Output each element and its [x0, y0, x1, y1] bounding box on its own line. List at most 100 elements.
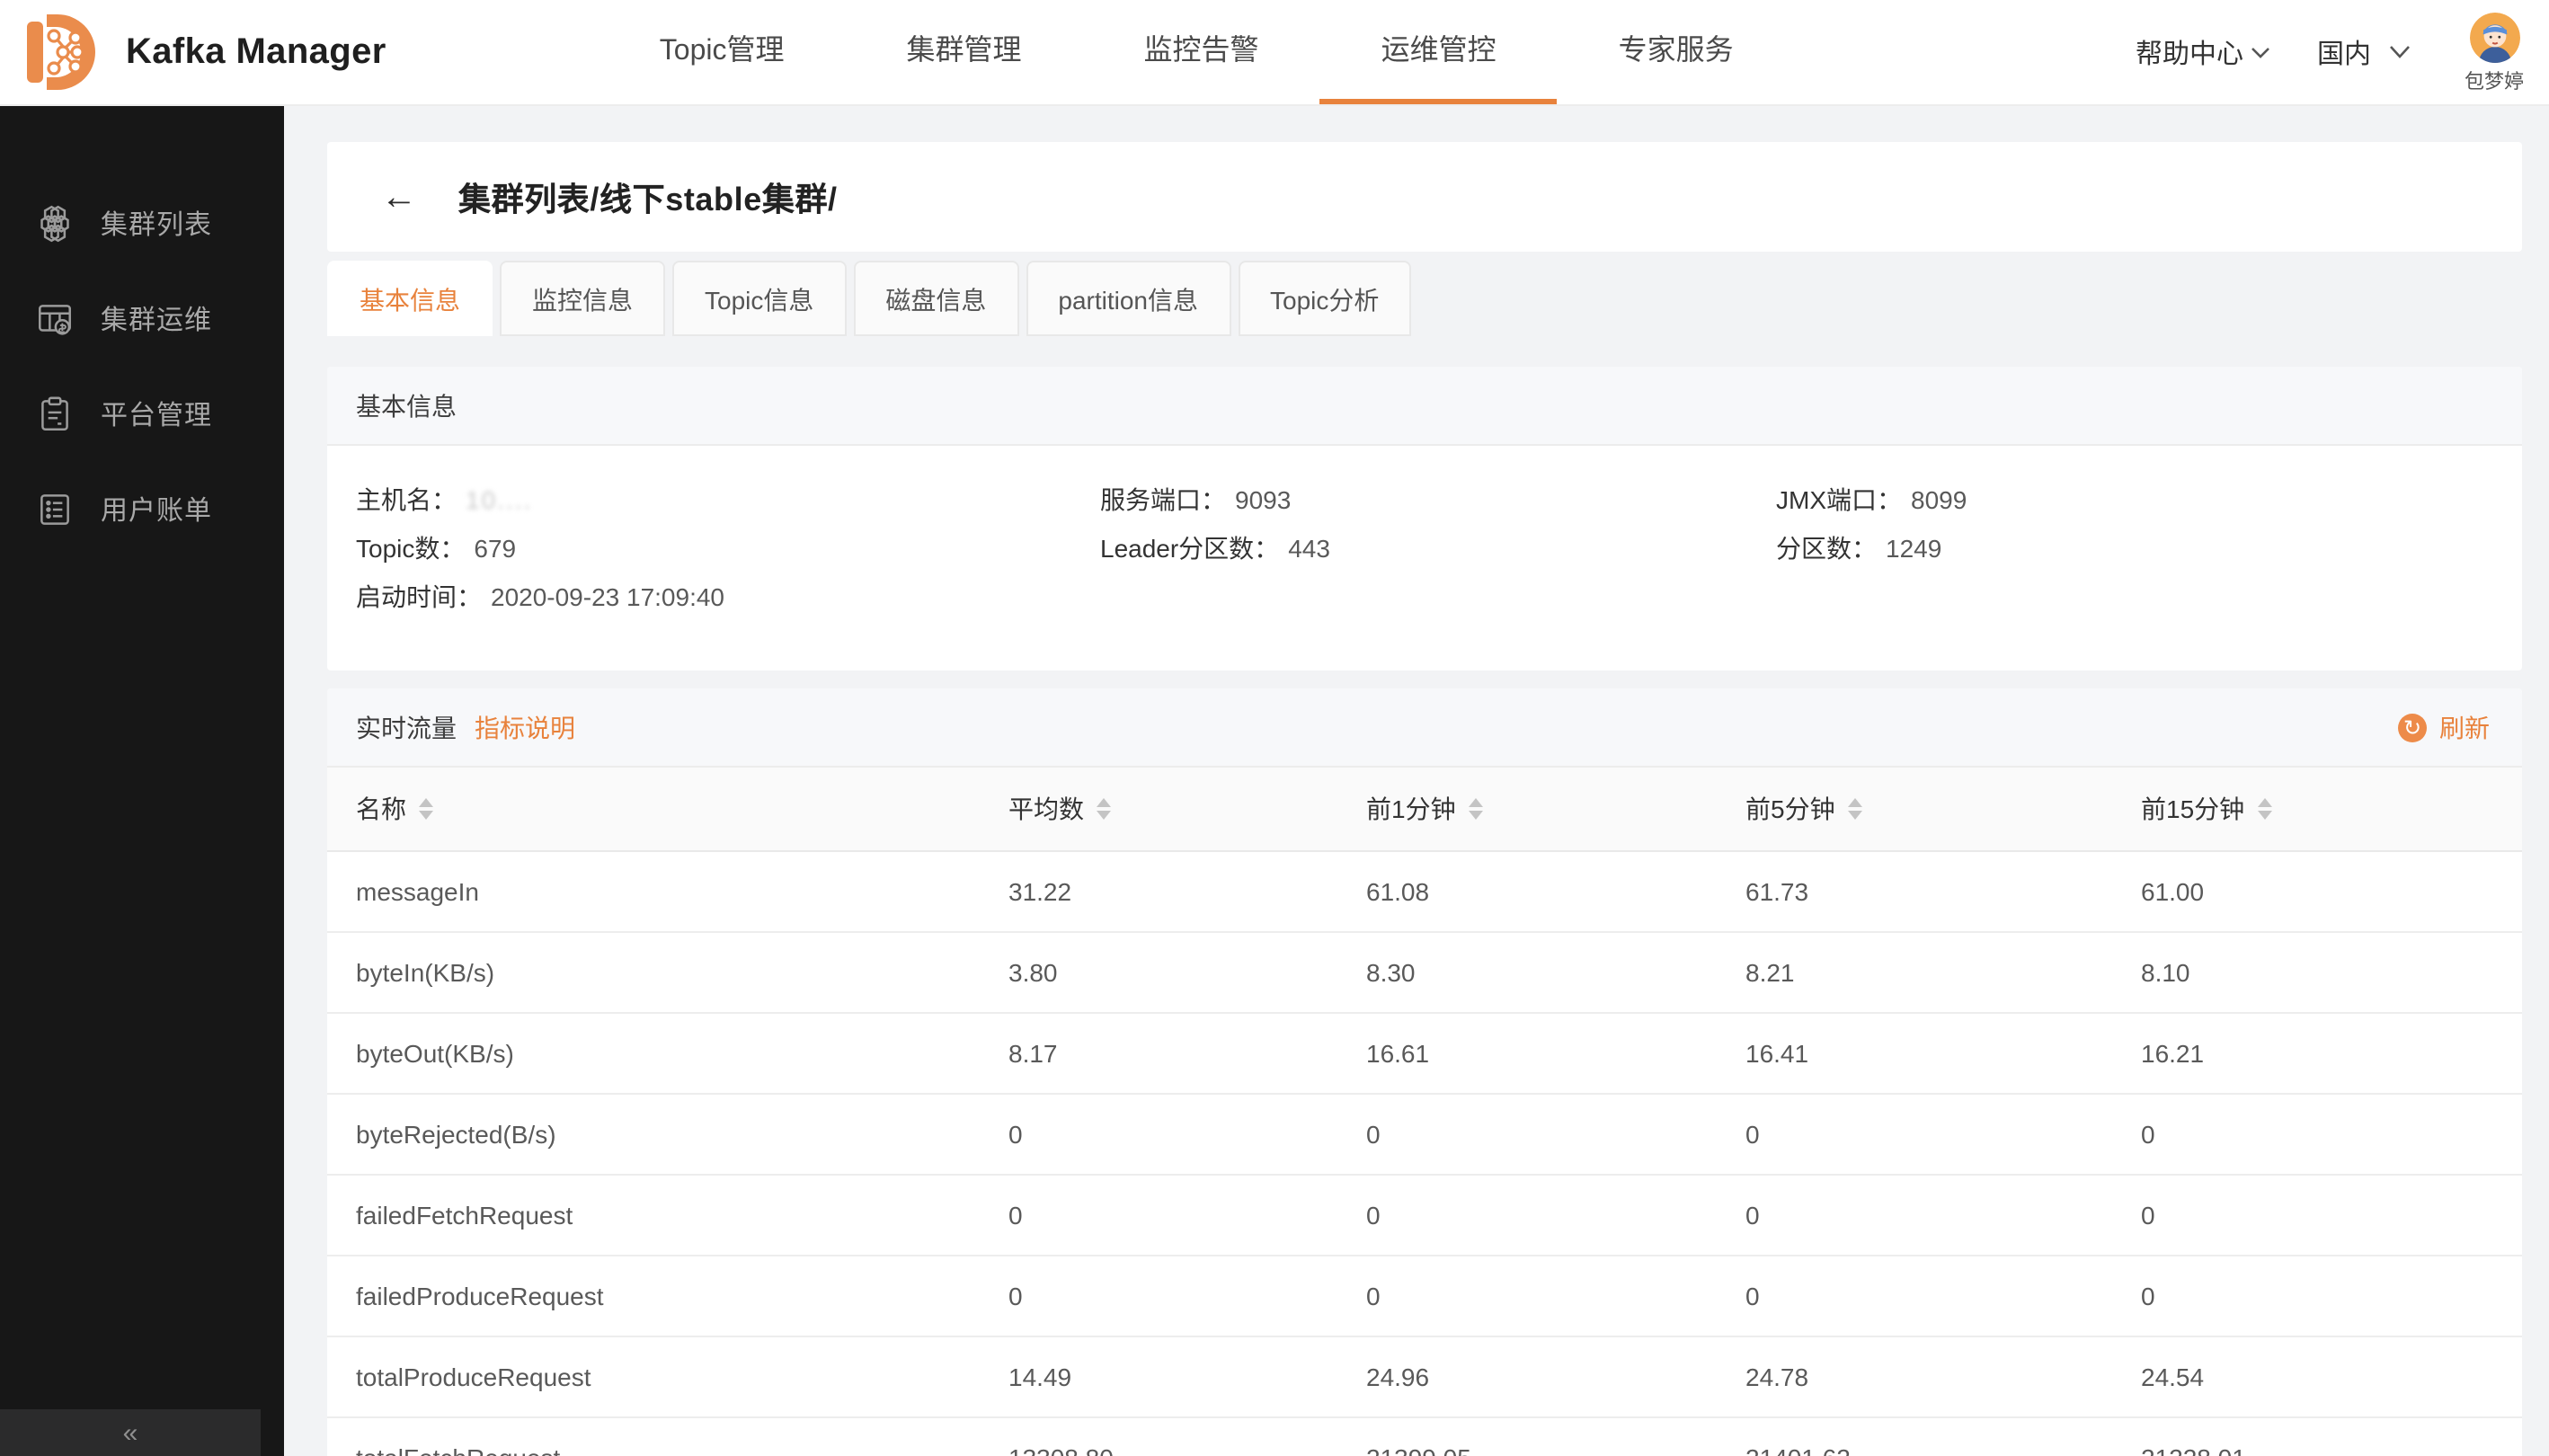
sidebar-item-label: 平台管理 [101, 395, 212, 433]
refresh-button[interactable]: ↻ 刷新 [2398, 709, 2490, 745]
region-label: 国内 [2317, 33, 2371, 71]
back-arrow-icon[interactable]: ← [381, 179, 417, 215]
field-label: 启动时间： [356, 582, 482, 611]
column-header-last-1min[interactable]: 前1分钟 [1337, 768, 1717, 851]
metric-value: 61.00 [2112, 851, 2522, 932]
sidebar-item-label: 集群列表 [101, 205, 212, 243]
field-service-port: 服务端口： 9093 [1100, 476, 1776, 525]
metric-value: 0 [1717, 1256, 2112, 1336]
table-row: totalFetchRequest 13308.80 21399.05 2140… [327, 1417, 2522, 1456]
nav-topic-management[interactable]: Topic管理 [599, 0, 846, 104]
metric-value: 0 [1337, 1094, 1717, 1175]
chevron-down-icon [2251, 46, 2270, 58]
top-nav: Topic管理 集群管理 监控告警 运维管控 专家服务 [599, 0, 1795, 104]
metric-value: 21399.05 [1337, 1417, 1717, 1456]
field-label: Topic数： [356, 534, 465, 563]
field-partition-count: 分区数：1249 [1776, 525, 2493, 573]
sort-icon[interactable] [1848, 798, 1862, 820]
metric-value: 24.78 [1717, 1336, 2112, 1417]
tab-partition-info[interactable]: partition信息 [1026, 261, 1230, 336]
column-header-name[interactable]: 名称 [327, 768, 980, 851]
tab-topic-info[interactable]: Topic信息 [672, 261, 846, 336]
metric-value: 31.22 [980, 851, 1337, 932]
sidebar-item-cluster-list[interactable]: 集群列表 [0, 176, 284, 271]
table-row: totalProduceRequest 14.49 24.96 24.78 24… [327, 1336, 2522, 1417]
metric-value: 0 [980, 1256, 1337, 1336]
table-row: failedProduceRequest 0 0 0 0 [327, 1256, 2522, 1336]
sidebar-item-label: 用户账单 [101, 491, 212, 528]
metric-value: 0 [980, 1175, 1337, 1256]
basic-info-fields: 主机名：10.... 服务端口：9093 JMX端口：8099 Topic数：6… [327, 446, 2522, 670]
column-label: 平均数 [1008, 791, 1084, 827]
field-value: 8099 [1911, 485, 1967, 514]
tab-basic-info[interactable]: 基本信息 [327, 261, 493, 336]
avatar [2469, 13, 2519, 63]
metric-value: 8.30 [1337, 932, 1717, 1013]
column-label: 名称 [356, 791, 406, 827]
table-row: failedFetchRequest 0 0 0 0 [327, 1175, 2522, 1256]
main-content: ← 集群列表/线下stable集群/ 基本信息 监控信息 Topic信息 磁盘信… [284, 104, 2549, 1456]
sidebar-collapse-button[interactable]: « [0, 1409, 261, 1456]
metric-value: 0 [980, 1094, 1337, 1175]
refresh-label: 刷新 [2439, 709, 2490, 745]
traffic-metrics-table: 名称 平均数 前1分钟 前5分钟 前15分钟 messageIn 31.22 6… [327, 768, 2522, 1456]
user-menu[interactable]: 包梦婷 [2465, 13, 2524, 95]
nav-monitor-alert[interactable]: 监控告警 [1083, 0, 1320, 104]
metric-value: 21401.62 [1717, 1417, 2112, 1456]
field-value: 679 [474, 534, 516, 563]
tab-topic-analysis[interactable]: Topic分析 [1238, 261, 1411, 336]
metric-value: 0 [2112, 1256, 2522, 1336]
top-bar: Kafka Manager Topic管理 集群管理 监控告警 运维管控 专家服… [0, 0, 2549, 106]
column-header-last-15min[interactable]: 前15分钟 [2112, 768, 2522, 851]
metric-name: byteRejected(B/s) [327, 1094, 980, 1175]
field-label: 主机名： [356, 485, 457, 514]
field-value: 9093 [1235, 485, 1291, 514]
sidebar-item-cluster-ops[interactable]: 集群运维 [0, 271, 284, 367]
user-name: 包梦婷 [2465, 67, 2524, 95]
tab-monitor-info[interactable]: 监控信息 [500, 261, 665, 336]
metric-name: byteOut(KB/s) [327, 1013, 980, 1094]
top-right-area: 帮助中心 国内 [2136, 9, 2524, 95]
basic-info-card: 基本信息 主机名：10.... 服务端口：9093 JMX端口：8099 Top… [327, 367, 2522, 670]
help-center-menu[interactable]: 帮助中心 [2136, 33, 2270, 71]
sort-icon[interactable] [1469, 798, 1483, 820]
sort-icon[interactable] [419, 798, 433, 820]
kafka-manager-logo-icon [25, 13, 108, 92]
sidebar-item-platform-management[interactable]: 平台管理 [0, 367, 284, 462]
metric-name: totalFetchRequest [327, 1417, 980, 1456]
metric-value: 0 [2112, 1175, 2522, 1256]
ops-table-icon [34, 298, 75, 340]
nav-expert-service[interactable]: 专家服务 [1558, 0, 1795, 104]
chevron-down-icon [2389, 45, 2411, 59]
field-value: 443 [1288, 534, 1330, 563]
tab-disk-info[interactable]: 磁盘信息 [853, 261, 1018, 336]
column-label: 前1分钟 [1366, 791, 1456, 827]
realtime-traffic-card: 实时流量 指标说明 ↻ 刷新 名称 平均数 前1分钟 前5分钟 前15分钟 [327, 688, 2522, 1456]
metric-value: 16.21 [2112, 1013, 2522, 1094]
breadcrumb-bar: ← 集群列表/线下stable集群/ [327, 142, 2522, 252]
column-header-last-5min[interactable]: 前5分钟 [1717, 768, 2112, 851]
honeycomb-icon [34, 203, 75, 244]
table-row: byteOut(KB/s) 8.17 16.61 16.41 16.21 [327, 1013, 2522, 1094]
section-title: 基本信息 [356, 387, 457, 423]
nav-ops-control[interactable]: 运维管控 [1320, 0, 1558, 104]
table-header-row: 名称 平均数 前1分钟 前5分钟 前15分钟 [327, 768, 2522, 851]
sort-icon[interactable] [2257, 798, 2271, 820]
sort-icon[interactable] [1097, 798, 1111, 820]
metric-name: failedFetchRequest [327, 1175, 980, 1256]
metric-value: 8.21 [1717, 932, 2112, 1013]
field-leader-partition-count: Leader分区数：443 [1100, 525, 1776, 573]
nav-cluster-management[interactable]: 集群管理 [846, 0, 1083, 104]
detail-tabs: 基本信息 监控信息 Topic信息 磁盘信息 partition信息 Topic… [327, 261, 2522, 336]
metric-value: 0 [1337, 1256, 1717, 1336]
sidebar-item-user-bill[interactable]: 用户账单 [0, 462, 284, 557]
column-header-avg[interactable]: 平均数 [980, 768, 1337, 851]
metric-explanation-link[interactable]: 指标说明 [475, 709, 575, 745]
metric-value: 16.41 [1717, 1013, 2112, 1094]
section-title: 实时流量 [356, 709, 457, 745]
field-label: 服务端口： [1100, 485, 1226, 514]
app-root: Kafka Manager Topic管理 集群管理 监控告警 运维管控 专家服… [0, 0, 2549, 1456]
refresh-icon: ↻ [2398, 713, 2427, 741]
field-topic-count: Topic数： 679 [356, 525, 1100, 573]
region-selector[interactable]: 国内 [2317, 33, 2411, 71]
